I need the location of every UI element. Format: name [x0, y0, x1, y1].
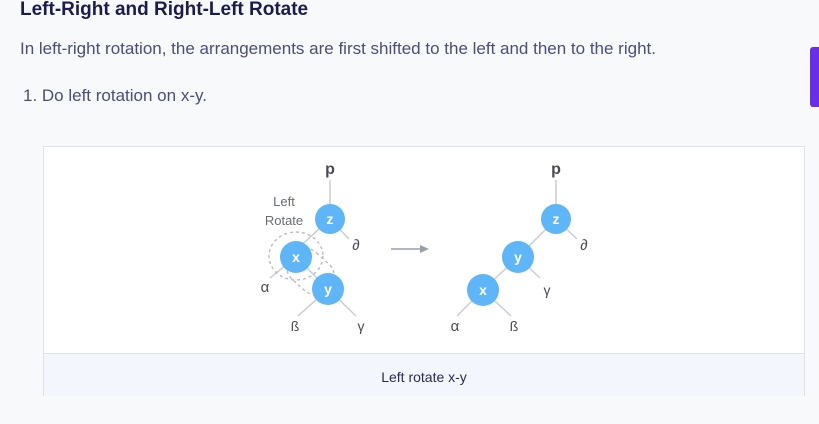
section-heading: Left-Right and Right-Left Rotate: [20, 0, 309, 20]
rotation-diagram: z x y p Left Rotate ∂ α ß γ z y x p ∂ γ …: [261, 161, 588, 335]
node-x-label: x: [479, 282, 487, 298]
node-y-label: y: [324, 281, 332, 297]
leaf-delta: ∂: [352, 237, 359, 254]
parent-label: p: [551, 161, 561, 178]
node-z-label: z: [553, 211, 560, 227]
leaf-gamma: γ: [544, 282, 551, 298]
parent-label: p: [325, 161, 335, 178]
leaf-alpha: α: [261, 279, 270, 296]
leaf-delta: ∂: [580, 237, 587, 254]
leaf-gamma: γ: [358, 318, 365, 334]
after-tree: z y x p ∂ γ α ß: [451, 161, 588, 335]
side-tab[interactable]: [810, 47, 819, 107]
before-tree: z x y p Left Rotate ∂ α ß γ: [261, 161, 365, 334]
leaf-alpha: α: [451, 318, 460, 335]
step-item: 1. Do left rotation on x-y.: [23, 86, 207, 105]
annotation-line-1: Left: [273, 194, 295, 209]
figure-caption: Left rotate x-y: [44, 353, 804, 396]
annotation-line-2: Rotate: [265, 213, 303, 228]
leaf-beta: ß: [291, 318, 300, 334]
node-x-label: x: [292, 249, 300, 265]
arrow-icon: [391, 245, 429, 253]
node-z-label: z: [327, 211, 334, 227]
node-y-label: y: [514, 249, 522, 265]
leaf-beta: ß: [510, 318, 519, 334]
figure-card: z x y p Left Rotate ∂ α ß γ z y x p ∂ γ …: [43, 146, 805, 396]
intro-paragraph: In left-right rotation, the arrangements…: [20, 39, 656, 58]
